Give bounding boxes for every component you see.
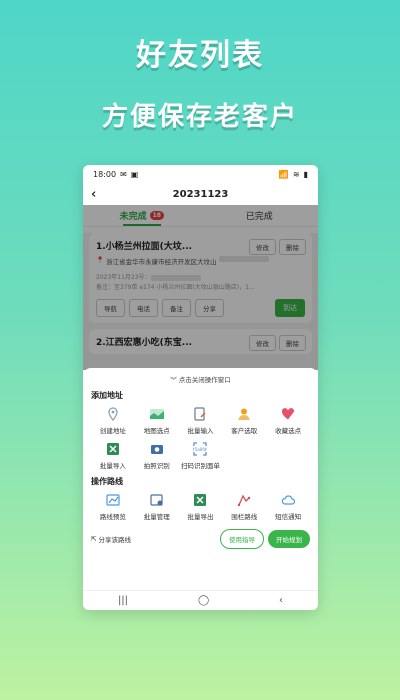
notification-icon: ✉ [120,169,127,179]
user-icon [236,406,252,422]
action-sheet: ︾ 点击关闭操作窗口 添加地址 创建地址 地图选点 批量输入 客户选取 收藏选点批量导入… [83,368,318,590]
image-icon: ▣ [130,169,139,179]
back-nav-icon[interactable]: ‹ [279,595,283,606]
action-label: 拍照识别 [143,462,170,470]
document-edit-icon [192,406,208,422]
share-icon: ⇱ [91,535,97,543]
action-label: 创建地址 [99,427,126,435]
action-document-edit[interactable]: 批量输入 [179,406,223,435]
fence-route-icon [236,492,252,508]
recents-icon[interactable]: ||| [118,595,128,606]
route-preview-icon [105,492,121,508]
close-label: 点击关闭操作窗口 [178,376,231,384]
promo-title: 好友列表 [136,38,264,73]
heart-icon [280,406,296,422]
action-camera[interactable]: 拍照识别 [135,441,179,470]
action-location-pin[interactable]: 创建地址 [91,406,135,435]
home-icon[interactable]: ◯ [198,595,209,606]
action-cloud-message[interactable]: 短信通知 [266,492,310,521]
action-label: 批量导出 [187,513,214,521]
action-label: 地图选点 [143,427,170,435]
camera-icon [149,441,165,457]
action-label: 批量导入 [99,462,126,470]
route-ops-grid: 路线预览 批量管理 批量导出 围栏路线 短信通知 [91,492,310,521]
status-bar: 18:00 ✉ ▣ 📶 ≋ ▮ [83,165,318,183]
action-label: 路线预览 [99,513,126,521]
action-label: 围栏路线 [231,513,258,521]
cloud-message-icon [280,492,296,508]
dim-overlay[interactable] [83,205,318,370]
svg-text:O#5a8fd0R: O#5a8fd0R [193,447,207,452]
map-icon [149,406,165,422]
action-fence-route[interactable]: 围栏路线 [222,492,266,521]
action-label: 收藏选点 [275,427,302,435]
start-plan-button[interactable]: 开始规划 [268,530,310,548]
ocr-scan-icon: O#5a8fd0R [192,441,208,457]
title-bar: ‹ 20231123 [83,183,318,205]
action-excel[interactable]: 批量导入 [91,441,135,470]
action-excel[interactable]: 批量导出 [179,492,223,521]
battery-icon: ▮ [303,169,308,179]
status-time: 18:00 [93,169,117,179]
excel-icon [192,492,208,508]
phone-screenshot: 18:00 ✉ ▣ 📶 ≋ ▮ ‹ 20231123 未完成 18 已完成 1.… [83,165,318,610]
chevron-down-icon: ︾ [170,376,177,384]
location-pin-icon [105,406,121,422]
signal-icon: 📶 [278,169,289,179]
system-nav-bar: ||| ◯ ‹ [83,590,318,610]
close-sheet-button[interactable]: ︾ 点击关闭操作窗口 [91,374,310,384]
back-icon[interactable]: ‹ [91,187,96,202]
add-address-grid: 创建地址 地图选点 批量输入 客户选取 收藏选点批量导入 拍照识别 O#5a8fd0R 扫码识… [91,406,310,470]
settings-icon [149,492,165,508]
action-label: 短信通知 [275,513,302,521]
action-label: 批量管理 [143,513,170,521]
action-label: 客户选取 [231,427,258,435]
share-route-button[interactable]: ⇱ 分享该路线 [91,534,131,544]
section-title: 操作路线 [91,477,123,486]
excel-icon [105,441,121,457]
action-route-preview[interactable]: 路线预览 [91,492,135,521]
action-label: 扫码识别面单 [180,462,220,470]
wifi-icon: ≋ [292,169,300,179]
action-label: 批量输入 [187,427,214,435]
action-heart[interactable]: 收藏选点 [266,406,310,435]
action-user[interactable]: 客户选取 [222,406,266,435]
action-map[interactable]: 地图选点 [135,406,179,435]
action-ocr-scan[interactable]: O#5a8fd0R 扫码识别面单 [179,441,223,470]
guide-button[interactable]: 使用指导 [220,529,264,549]
promo-subtitle: 方便保存老客户 [101,102,298,132]
action-settings[interactable]: 批量管理 [135,492,179,521]
section-title: 添加地址 [91,391,123,400]
page-title: 20231123 [172,188,229,200]
share-label: 分享该路线 [98,536,131,544]
